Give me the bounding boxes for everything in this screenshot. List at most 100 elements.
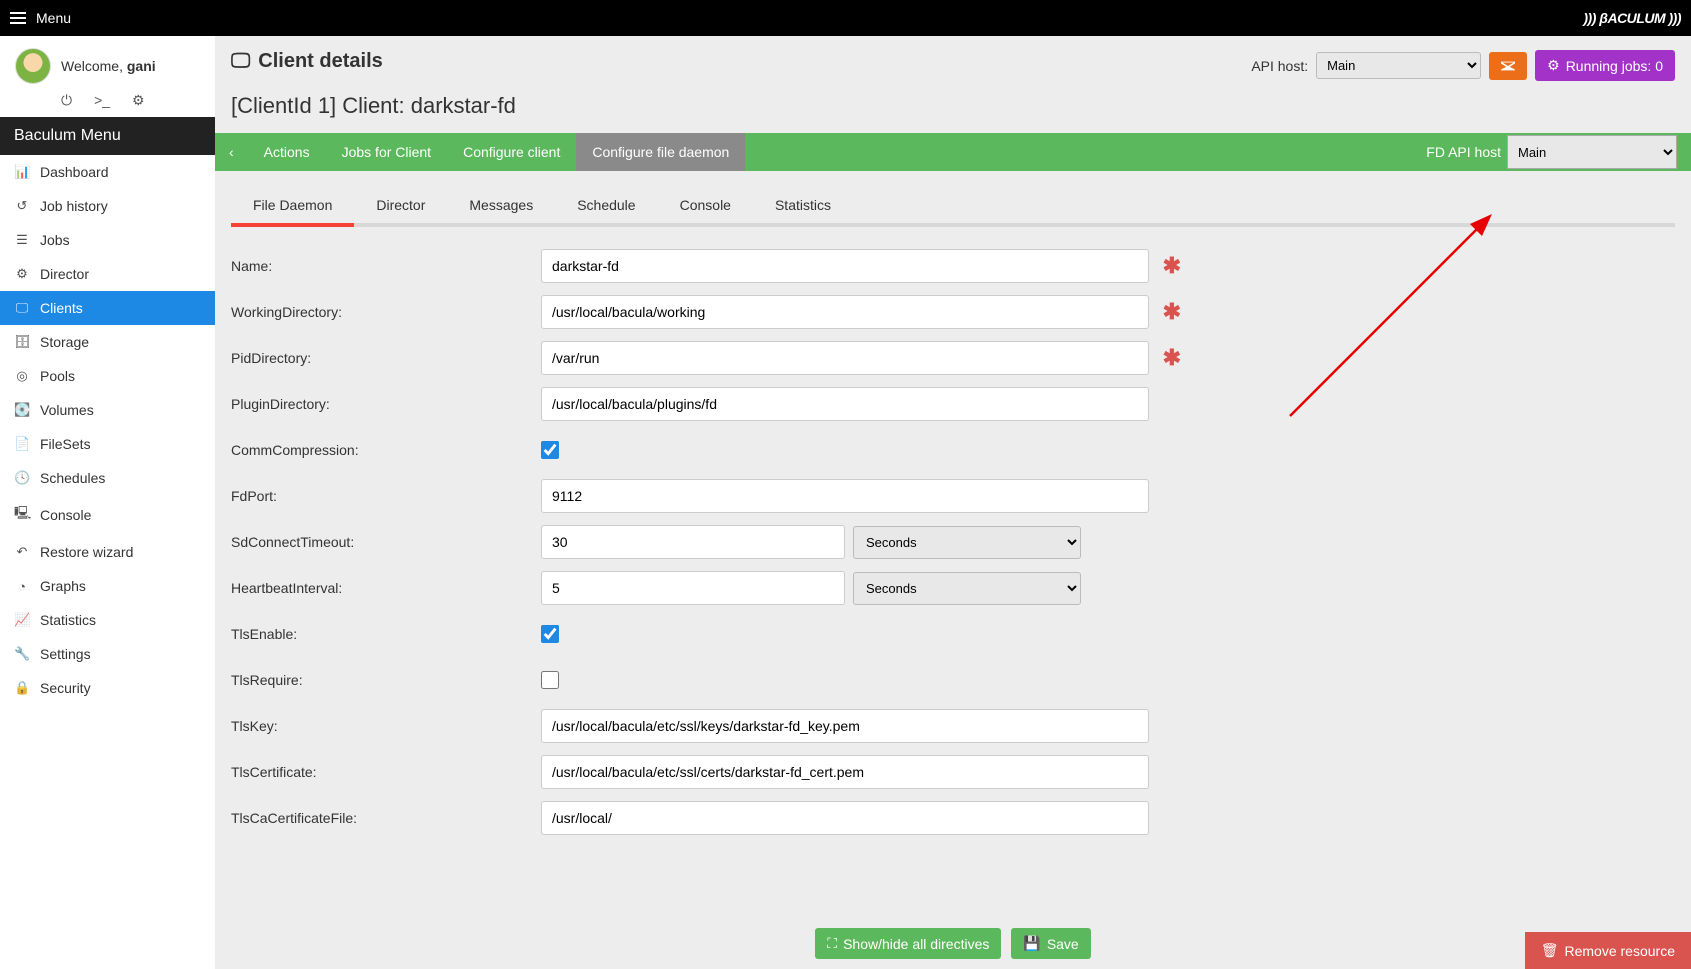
sidebar-item-label: Job history [40, 198, 108, 214]
undo-icon: ↶ [14, 544, 30, 560]
sidebar-item-job-history[interactable]: ↺ Job history [0, 189, 215, 223]
welcome-text: Welcome, gani [61, 58, 156, 74]
sidebar-item-director[interactable]: ⚙Director [0, 257, 215, 291]
desktop-icon: 🖵 [14, 300, 30, 316]
sidebar-item-statistics[interactable]: 📈Statistics [0, 603, 215, 637]
sidebar-item-label: Jobs [40, 232, 70, 248]
subtab-director[interactable]: Director [354, 189, 447, 227]
sidebar-item-volumes[interactable]: 💽Volumes [0, 393, 215, 427]
sidebar-item-label: FileSets [40, 436, 91, 452]
input-tlscacert[interactable] [541, 801, 1149, 835]
sidebar-item-restore-wizard[interactable]: ↶Restore wizard [0, 535, 215, 569]
sidebar-item-label: Dashboard [40, 164, 109, 180]
remove-resource-button[interactable]: 🗑Remove resource [1525, 932, 1691, 969]
tab-configure-client[interactable]: Configure client [447, 133, 576, 171]
menu-toggle[interactable]: Menu [10, 10, 71, 26]
label-name: Name: [231, 258, 541, 274]
sidebar-item-label: Volumes [40, 402, 94, 418]
tabbar: ‹ ActionsJobs for ClientConfigure client… [215, 133, 1691, 171]
sidebar-item-label: Settings [40, 646, 91, 662]
sidebar-item-security[interactable]: 🔒Security [0, 671, 215, 705]
showhide-button[interactable]: ⛶Show/hide all directives [815, 928, 1001, 959]
hist-icon: ↺ [14, 198, 30, 214]
sidebar-header: Baculum Menu [0, 117, 215, 155]
tape-icon: ◎ [14, 368, 30, 384]
brand-logo: ))) βACULUM ))) [1583, 10, 1681, 26]
tab-jobs-for-client[interactable]: Jobs for Client [326, 133, 447, 171]
label-fdport: FdPort: [231, 488, 541, 504]
label-plugindir: PluginDirectory: [231, 396, 541, 412]
sidebar-item-label: Clients [40, 300, 83, 316]
subtab-messages[interactable]: Messages [447, 189, 555, 227]
input-tlskey[interactable] [541, 709, 1149, 743]
sidebar: Welcome, gani ⏻ >_ ⚙ Baculum Menu 📊 Dashb… [0, 36, 215, 969]
fd-api-host-select[interactable]: Main [1507, 135, 1677, 169]
required-icon: ✱ [1163, 253, 1181, 279]
envelope-icon [1501, 59, 1515, 73]
subtab-statistics[interactable]: Statistics [753, 189, 853, 227]
input-sdtimeout[interactable] [541, 525, 845, 559]
input-workdir[interactable] [541, 295, 1149, 329]
mail-button[interactable] [1489, 52, 1527, 80]
db-icon: 🗄 [14, 334, 30, 350]
sidebar-item-filesets[interactable]: 📄 FileSets [0, 427, 215, 461]
save-icon: 💾 [1023, 935, 1040, 952]
input-piddir[interactable] [541, 341, 1149, 375]
required-icon: ✱ [1163, 345, 1181, 371]
running-jobs-button[interactable]: ⚙ Running jobs: 0 [1535, 50, 1675, 81]
file-icon: 📄 [14, 436, 30, 452]
checkbox-tlsenable[interactable] [541, 625, 559, 643]
sidebar-item-label: Console [40, 507, 91, 523]
fd-api-host-label: FD API host [1420, 144, 1507, 160]
api-host-select[interactable]: Main [1316, 52, 1481, 79]
sidebar-item-graphs[interactable]: ◔Graphs [0, 569, 215, 603]
gear-icon[interactable]: ⚙ [132, 92, 145, 109]
label-workdir: WorkingDirectory: [231, 304, 541, 320]
avatar [15, 48, 51, 84]
input-name[interactable] [541, 249, 1149, 283]
pie-icon: ◔ [14, 579, 30, 594]
api-host-label: API host: [1251, 58, 1308, 74]
topbar: Menu ))) βACULUM ))) [0, 0, 1691, 36]
back-button[interactable]: ‹ [215, 133, 248, 171]
term-icon: 🖳 [14, 504, 30, 526]
list-icon: ☰ [14, 232, 30, 248]
sidebar-item-label: Schedules [40, 470, 105, 486]
save-button[interactable]: 💾Save [1011, 928, 1090, 959]
chart-icon: 📈 [14, 612, 30, 628]
sidebar-item-label: Security [40, 680, 91, 696]
sidebar-item-settings[interactable]: 🔧Settings [0, 637, 215, 671]
sidebar-item-pools[interactable]: ◎Pools [0, 359, 215, 393]
sidebar-item-dashboard[interactable]: 📊 Dashboard [0, 155, 215, 189]
tab-configure-file-daemon[interactable]: Configure file daemon [576, 133, 745, 171]
nav-list: 📊 Dashboard ↺ Job history ☰ Jobs ⚙Director 🖵 Cli… [0, 155, 215, 705]
sidebar-item-storage[interactable]: 🗄Storage [0, 325, 215, 359]
unit-sdtimeout[interactable]: Seconds [853, 526, 1081, 559]
subtab-console[interactable]: Console [658, 189, 753, 227]
power-icon[interactable]: ⏻ [61, 92, 72, 109]
sidebar-item-schedules[interactable]: 🕓Schedules [0, 461, 215, 495]
input-fdport[interactable] [541, 479, 1149, 513]
subtab-schedule[interactable]: Schedule [555, 189, 657, 227]
sidebar-item-clients[interactable]: 🖵 Clients [0, 291, 215, 325]
page-subtitle: [ClientId 1] Client: darkstar-fd [215, 87, 1691, 133]
input-plugindir[interactable] [541, 387, 1149, 421]
main-content: 🖵 Client details API host: Main ⚙ Runnin… [215, 36, 1691, 969]
unit-heartbeat[interactable]: Seconds [853, 572, 1081, 605]
label-heartbeat: HeartbeatInterval: [231, 580, 541, 596]
sidebar-item-jobs[interactable]: ☰ Jobs [0, 223, 215, 257]
sidebar-item-console[interactable]: 🖳 Console [0, 495, 215, 535]
page-title: 🖵 Client details [231, 50, 383, 73]
label-tlscacert: TlsCaCertificateFile: [231, 810, 541, 826]
subtab-file-daemon[interactable]: File Daemon [231, 189, 354, 227]
input-heartbeat[interactable] [541, 571, 845, 605]
tab-actions[interactable]: Actions [248, 133, 326, 171]
label-piddir: PidDirectory: [231, 350, 541, 366]
input-tlscert[interactable] [541, 755, 1149, 789]
checkbox-tlsrequire[interactable] [541, 671, 559, 689]
label-commcomp: CommCompression: [231, 442, 541, 458]
checkbox-commcomp[interactable] [541, 441, 559, 459]
subtabs: File DaemonDirectorMessagesScheduleConso… [231, 185, 1675, 227]
tach-icon: 📊 [14, 164, 30, 180]
terminal-icon[interactable]: >_ [94, 92, 110, 109]
